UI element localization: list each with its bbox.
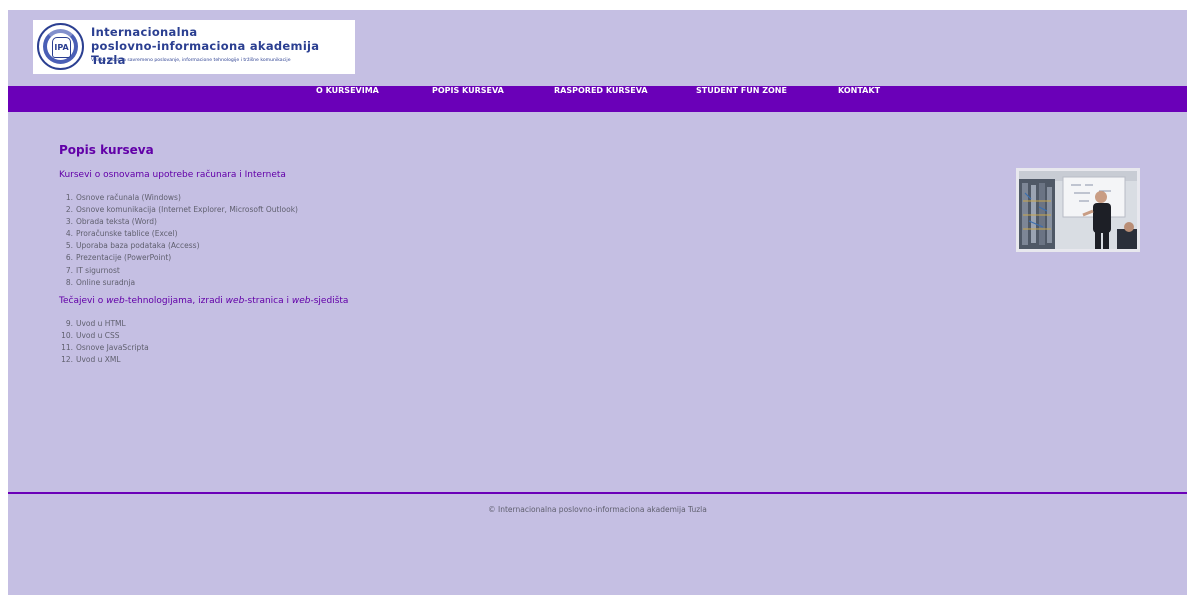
section-heading-web: Tečajevi o web-tehnologijama, izradi web… [59,296,349,306]
footer-divider [8,492,1187,494]
list-item: 12. Uvod u XML [61,355,121,365]
nav-item-student-fun-zone[interactable]: STUDENT FUN ZONE [696,86,787,112]
list-item: 2. Osnove komunikacija (Internet Explorer… [65,205,298,215]
logo-subtitle: Visoka škola za savremeno poslovanje, in… [91,58,291,63]
list-item: 7. IT sigurnost [65,265,120,275]
list-item: 9. Uvod u HTML [65,319,126,328]
list-item: 1. Osnove računala (Windows) [65,193,181,202]
seal-icon: IPA [37,23,84,70]
list-item: 8. Online suradnja [65,277,136,287]
classroom-photo-illustration [1019,171,1137,249]
nav-item-popis-kurseva[interactable]: POPIS KURSEVA [432,86,504,112]
list-item: 5. Uporaba baza podataka (Access) [65,241,200,251]
list-item: 11. Osnove JavaScripta [61,343,149,353]
course-list-basics: 1. Osnove računala (Windows) 2. Osnove kom… [59,192,298,289]
list-item: 3. Obrada teksta (Word) [65,217,157,227]
nav-item-o-kursevima[interactable]: O KURSEVIMA [316,86,379,112]
academy-logo[interactable]: IPA Internacionalna poslovno-informacion… [33,20,355,74]
course-list-web: 9. Uvod u HTML 10. Uvod u CSS 11. Osnove Ja… [59,318,149,366]
list-item: 4. Proračunske tablice (Excel) [65,229,178,239]
nav-item-raspored-kurseva[interactable]: RASPORED KURSEVA [554,86,648,112]
classroom-photo [1016,168,1140,252]
page-title: Popis kurseva [59,143,154,157]
nav-item-kontakt[interactable]: KONTAKT [838,86,880,112]
main-navigation: O KURSEVIMA POPIS KURSEVA RASPORED KURSE… [8,86,1187,112]
list-item: 6. Prezentacije (PowerPoint) [65,253,172,263]
seal-mark: IPA [52,37,71,58]
section-heading-basics: Kursevi o osnovama upotrebe računara i I… [59,170,286,180]
logo-title-line1: Internacionalna [91,25,198,39]
list-item: 10. Uvod u CSS [61,331,120,341]
page: IPA Internacionalna poslovno-informacion… [8,10,1187,595]
footer-copyright: © Internacionalna poslovno-informaciona … [488,505,707,514]
